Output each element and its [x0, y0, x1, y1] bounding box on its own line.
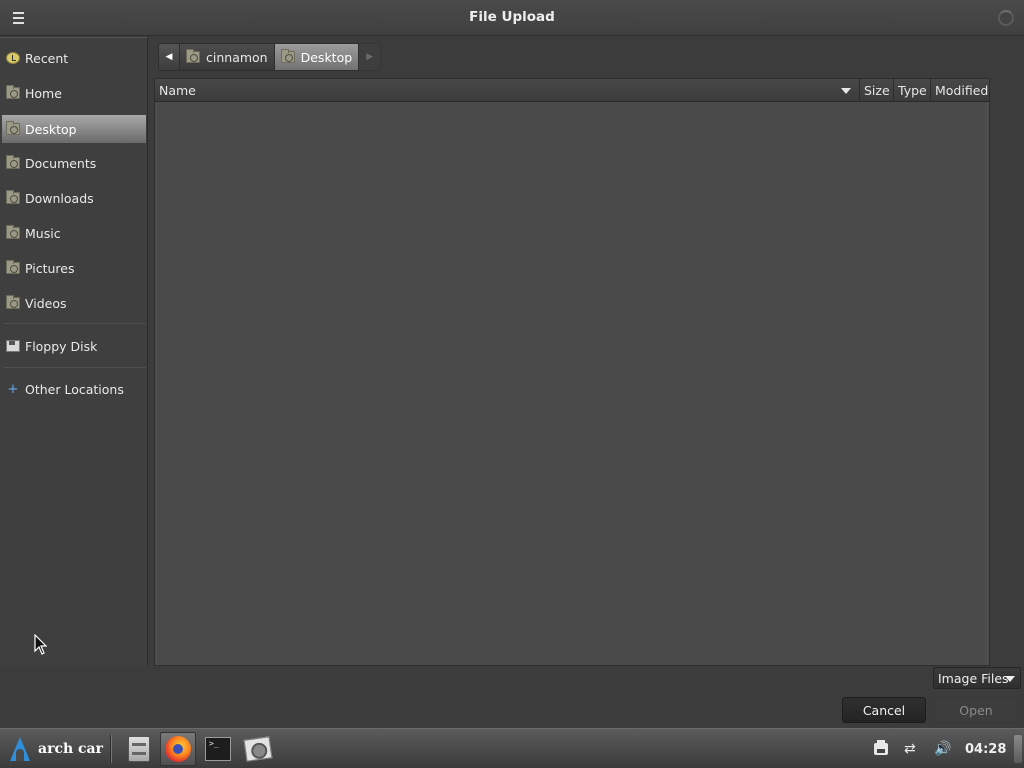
sidebar-item-label: Other Locations	[25, 381, 124, 397]
sidebar-item-label: Home	[25, 85, 62, 101]
start-menu-label: arch car	[38, 741, 103, 757]
title-bar: File Upload	[0, 0, 1024, 36]
clock-text: 04:28	[965, 741, 1007, 757]
folder-icon	[6, 121, 20, 135]
taskbar: arch car >_ ⇄ 🔊 04:28	[0, 728, 1024, 768]
network-icon: ⇄	[904, 741, 916, 757]
printer-icon	[874, 740, 888, 755]
show-desktop-button[interactable]	[1014, 735, 1022, 763]
sidebar-item-documents[interactable]: Documents	[2, 149, 146, 177]
places-sidebar: Recent Home Desktop Documents Downloads …	[0, 37, 148, 665]
tray-network[interactable]: ⇄	[904, 737, 916, 761]
cancel-button[interactable]: Cancel	[842, 697, 926, 723]
column-size-label: Size	[864, 83, 890, 98]
chevron-down-icon	[1005, 676, 1015, 682]
firefox-icon	[165, 736, 191, 762]
path-bar: ◀ cinnamon Desktop ▶	[158, 42, 382, 72]
list-edge	[987, 103, 988, 665]
recent-icon	[6, 52, 20, 64]
list-edge	[156, 103, 157, 665]
sidebar-item-downloads[interactable]: Downloads	[2, 184, 146, 212]
path-back-button[interactable]: ◀	[158, 43, 180, 71]
folder-icon	[186, 49, 200, 63]
taskbar-app-image-viewer[interactable]	[240, 732, 276, 766]
start-menu-button[interactable]: arch car	[6, 733, 103, 765]
sidebar-item-other-locations[interactable]: + Other Locations	[2, 375, 146, 403]
sidebar-item-music[interactable]: Music	[2, 219, 146, 247]
file-list-header: Name Size Type Modified	[155, 79, 989, 102]
plus-icon: +	[7, 382, 19, 397]
column-modified-label: Modified	[935, 83, 989, 98]
crumb-cinnamon[interactable]: cinnamon	[180, 43, 275, 71]
tray-volume[interactable]: 🔊	[934, 737, 951, 761]
sidebar-item-home[interactable]: Home	[2, 79, 146, 107]
column-header-size[interactable]: Size	[860, 79, 894, 102]
sidebar-item-floppy-disk[interactable]: Floppy Disk	[2, 332, 146, 360]
taskbar-app-terminal[interactable]: >_	[200, 732, 236, 766]
floppy-icon	[6, 340, 20, 352]
folder-icon	[6, 155, 20, 169]
filter-selected-label: Image Files	[938, 670, 1009, 686]
sidebar-item-label: Downloads	[25, 190, 94, 206]
column-name-label: Name	[159, 83, 196, 98]
tray-printer[interactable]	[874, 737, 888, 761]
taskbar-app-file-manager[interactable]	[121, 732, 157, 766]
sidebar-item-label: Pictures	[25, 260, 75, 276]
terminal-icon: >_	[205, 737, 231, 761]
column-header-name[interactable]: Name	[155, 79, 860, 102]
taskbar-app-firefox[interactable]	[160, 732, 196, 766]
column-type-label: Type	[898, 83, 927, 98]
sidebar-separator	[4, 367, 146, 368]
folder-icon	[6, 85, 20, 99]
window-title: File Upload	[469, 9, 555, 25]
sidebar-item-recent[interactable]: Recent	[2, 44, 146, 72]
file-list-body[interactable]	[155, 103, 989, 665]
sort-down-icon	[841, 87, 851, 94]
sidebar-item-desktop[interactable]: Desktop	[2, 115, 146, 143]
image-viewer-icon	[243, 736, 273, 762]
sidebar-item-label: Music	[25, 225, 61, 241]
sidebar-item-label: Recent	[25, 50, 69, 66]
taskbar-separator	[110, 735, 112, 763]
crumb-label: cinnamon	[206, 49, 268, 65]
arch-logo-icon	[6, 735, 34, 763]
open-button[interactable]: Open	[934, 697, 1018, 723]
column-header-type[interactable]: Type	[894, 79, 931, 102]
volume-icon: 🔊	[934, 741, 952, 757]
sidebar-item-label: Documents	[25, 155, 97, 171]
crumb-label: Desktop	[300, 49, 353, 65]
column-header-modified[interactable]: Modified	[931, 79, 989, 102]
folder-icon	[280, 49, 295, 63]
crumb-desktop[interactable]: Desktop	[274, 43, 360, 71]
folder-icon	[6, 190, 20, 204]
path-forward-button[interactable]: ▶	[359, 43, 382, 71]
sidebar-separator	[4, 323, 146, 324]
file-type-filter-select[interactable]: Image Files	[933, 667, 1021, 689]
file-list[interactable]: Name Size Type Modified	[154, 78, 990, 666]
sidebar-item-label: Floppy Disk	[25, 338, 98, 354]
sidebar-item-pictures[interactable]: Pictures	[2, 254, 146, 282]
sidebar-item-label: Desktop	[25, 121, 77, 137]
folder-icon	[6, 295, 20, 309]
spinner-icon	[998, 10, 1014, 26]
sidebar-item-videos[interactable]: Videos	[2, 289, 146, 317]
sidebar-item-label: Videos	[25, 295, 67, 311]
file-manager-icon	[128, 736, 150, 762]
folder-icon	[6, 225, 20, 239]
tray-clock[interactable]: 04:28	[965, 737, 1006, 761]
folder-icon	[6, 260, 20, 274]
